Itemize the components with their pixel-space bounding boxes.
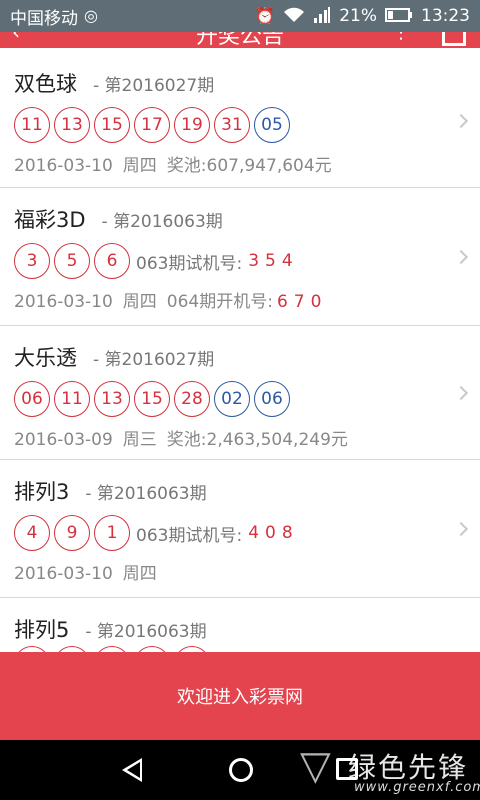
trial-label: 063期试机号:: [136, 253, 243, 274]
red-ball: 28: [174, 381, 210, 417]
list-item-dlt[interactable]: 大乐透 - 第2016027期 06 11 13 15 28 02 06 201…: [0, 326, 480, 460]
lottery-list: 双色球 - 第2016027期 11 13 15 17 19 31 05 201…: [0, 48, 480, 658]
trial-number: 354: [248, 251, 299, 271]
red-ball: 15: [94, 107, 130, 143]
draw-date: 2016-03-10: [14, 156, 113, 176]
list-item-pl3[interactable]: 排列3 - 第2016063期 4 9 1 063期试机号: 408 2016-…: [0, 460, 480, 598]
ball-row: 06 11 13 15 28 02 06: [14, 381, 466, 417]
blue-ball: 06: [254, 381, 290, 417]
open-number: 670: [276, 292, 328, 312]
draw-weekday: 周四: [122, 156, 157, 176]
jackpot: 奖池:607,947,604元: [166, 156, 332, 176]
red-ball: 13: [54, 107, 90, 143]
lottery-name: 排列5: [14, 618, 70, 642]
draw-date: 2016-03-10: [14, 564, 113, 584]
carrier-label: 中国移动: [10, 8, 78, 29]
list-item-3d[interactable]: 福彩3D - 第2016063期 3 5 6 063期试机号: 354 2016…: [0, 188, 480, 326]
lottery-name: 双色球: [14, 72, 77, 96]
draw-weekday: 周四: [122, 292, 157, 312]
wifi-icon: [283, 7, 305, 26]
jackpot: 奖池:2,463,504,249元: [166, 430, 348, 450]
red-ball: 11: [54, 381, 90, 417]
issue-number: - 第2016063期: [85, 484, 207, 504]
blue-ball: 02: [214, 381, 250, 417]
signal-icon: [313, 6, 331, 26]
lottery-name: 排列3: [14, 480, 70, 504]
blue-ball: 05: [254, 107, 290, 143]
red-ball: 5: [54, 243, 90, 279]
more-icon[interactable]: ⋮: [392, 32, 410, 43]
trial-number: 408: [248, 523, 299, 543]
issue-number: - 第2016063期: [101, 212, 223, 232]
red-ball: 1: [94, 515, 130, 551]
red-ball: 11: [14, 107, 50, 143]
watermark-logo-icon: ▽: [300, 743, 331, 789]
issue-number: - 第2016063期: [85, 622, 207, 642]
app-header: ‹ 开奖公告 ⋮: [0, 32, 480, 48]
list-item-ssq[interactable]: 双色球 - 第2016027期 11 13 15 17 19 31 05 201…: [0, 48, 480, 188]
red-ball: 4: [14, 515, 50, 551]
draw-weekday: 周三: [122, 430, 157, 450]
red-ball: 31: [214, 107, 250, 143]
watermark: ▽ 绿色先锋 www.greenxf.com: [300, 740, 480, 800]
nav-back-icon[interactable]: [122, 758, 142, 782]
watermark-url: www.greenxf.com: [354, 780, 480, 795]
red-ball: 17: [134, 107, 170, 143]
share-icon[interactable]: [442, 32, 466, 46]
banner-text: 欢迎进入彩票网: [177, 687, 303, 708]
status-bar: 中国移动 ◎ ⏰ 21% 13:23: [0, 0, 480, 32]
ball-row: 4 9 1 063期试机号: 408: [14, 515, 466, 551]
draw-date: 2016-03-10: [14, 292, 113, 312]
red-ball: 13: [94, 381, 130, 417]
open-label: 064期开机号:: [166, 292, 273, 312]
red-ball: 9: [54, 515, 90, 551]
battery-icon: [385, 7, 413, 26]
clock: 13:23: [421, 6, 470, 26]
trial-label: 063期试机号:: [136, 525, 243, 546]
hotspot-icon: ◎: [84, 6, 98, 25]
red-ball: 19: [174, 107, 210, 143]
issue-number: - 第2016027期: [93, 76, 215, 96]
alarm-icon: ⏰: [255, 6, 276, 25]
issue-number: - 第2016027期: [93, 350, 215, 370]
ball-row: 3 5 6 063期试机号: 354: [14, 243, 466, 279]
red-ball: 06: [14, 381, 50, 417]
red-ball: 3: [14, 243, 50, 279]
nav-home-icon[interactable]: [229, 758, 253, 782]
lottery-name: 福彩3D: [14, 208, 86, 232]
draw-weekday: 周四: [122, 564, 157, 584]
battery-percent: 21%: [339, 6, 377, 26]
draw-date: 2016-03-09: [14, 430, 113, 450]
red-ball: 6: [94, 243, 130, 279]
lottery-name: 大乐透: [14, 346, 77, 370]
red-ball: 15: [134, 381, 170, 417]
ball-row: 11 13 15 17 19 31 05: [14, 107, 466, 143]
welcome-banner[interactable]: 欢迎进入彩票网: [0, 652, 480, 740]
